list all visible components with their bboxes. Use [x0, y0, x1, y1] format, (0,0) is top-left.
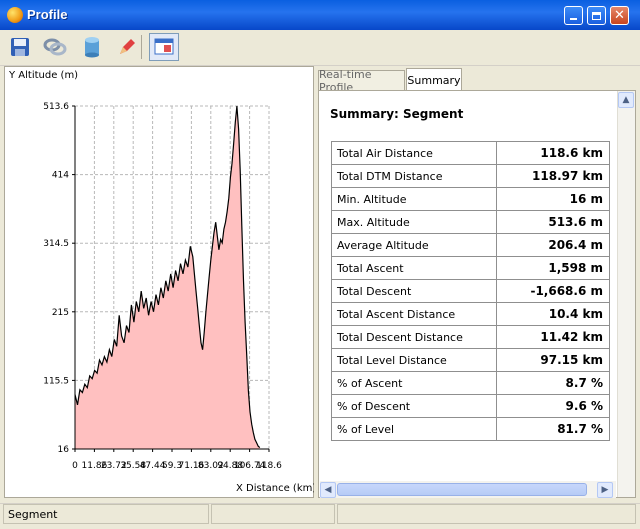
y-tick-label: 215: [52, 308, 69, 318]
row-label: Total Ascent Distance: [331, 302, 497, 326]
edit-button[interactable]: [112, 33, 142, 61]
y-tick-label: 513.6: [43, 102, 69, 112]
row-value: 81.7 %: [496, 417, 610, 441]
row-value: 97.15 km: [496, 348, 610, 372]
pencil-icon: [120, 39, 135, 54]
row-value: 118.97 km: [496, 164, 610, 188]
table-row: Total Descent Distance 11.42 km: [331, 325, 610, 349]
x-tick-label: 0: [72, 461, 78, 471]
status-cell: [211, 504, 335, 524]
scroll-left-button[interactable]: ◀: [320, 482, 336, 498]
table-row: Total Ascent Distance 10.4 km: [331, 302, 610, 326]
minimize-icon: [570, 18, 577, 20]
row-label: Total Ascent: [331, 256, 497, 280]
row-label: Max. Altitude: [331, 210, 497, 234]
minimize-button[interactable]: [564, 6, 583, 25]
profile-window: Profile ✕ Y Altitude (m) 513.6 414 314.5…: [0, 0, 640, 529]
window-title: Profile: [27, 7, 68, 22]
row-value: 11.42 km: [496, 325, 610, 349]
tab-real-time-profile[interactable]: Real-time Profile: [318, 68, 405, 94]
scroll-up-button[interactable]: ▲: [618, 92, 634, 108]
toolbar-separator: [141, 35, 142, 59]
scroll-right-button[interactable]: ▶: [597, 482, 613, 498]
x-tick-label: 118.6: [256, 461, 282, 471]
connect-button[interactable]: [40, 33, 70, 61]
table-row: Total Level Distance 97.15 km: [331, 348, 610, 372]
row-label: % of Level: [331, 417, 497, 441]
database-button[interactable]: [77, 33, 107, 61]
row-value: 8.7 %: [496, 371, 610, 395]
links-icon: [43, 38, 67, 56]
row-value: 513.6 m: [496, 210, 610, 234]
table-row: Max. Altitude 513.6 m: [331, 210, 610, 234]
title-bar[interactable]: Profile ✕: [0, 0, 640, 30]
y-tick-label: 16: [58, 445, 70, 455]
view-button[interactable]: [149, 33, 179, 61]
vertical-scrollbar[interactable]: [617, 91, 635, 497]
row-value: -1,668.6 m: [496, 279, 610, 303]
row-value: 118.6 km: [496, 141, 610, 165]
row-value: 206.4 m: [496, 233, 610, 257]
altitude-profile-chart: 513.6414314.5215115.5160 11.8623.7235.584…: [43, 102, 282, 471]
row-label: % of Ascent: [331, 371, 497, 395]
table-row: Average Altitude 206.4 m: [331, 233, 610, 257]
table-row: Min. Altitude 16 m: [331, 187, 610, 211]
row-label: Total Air Distance: [331, 141, 497, 165]
table-row: % of Level 81.7 %: [331, 417, 610, 441]
maximize-button[interactable]: [587, 6, 606, 25]
status-text: Segment: [3, 504, 209, 524]
row-label: Total Descent: [331, 279, 497, 303]
chevron-left-icon: ◀: [324, 485, 332, 495]
app-icon: [7, 7, 23, 23]
summary-table: Total Air Distance 118.6 km Total DTM Dis…: [331, 141, 610, 441]
save-button[interactable]: [5, 33, 35, 61]
scrollbar-thumb[interactable]: [337, 483, 587, 496]
summary-title: Summary: Segment: [330, 107, 464, 121]
panel-splitter[interactable]: [314, 66, 317, 498]
table-row: Total DTM Distance 118.97 km: [331, 164, 610, 188]
database-icon: [85, 37, 99, 58]
row-label: % of Descent: [331, 394, 497, 418]
row-label: Total Level Distance: [331, 348, 497, 372]
x-axis-label: X Distance (km): [236, 483, 317, 494]
window-icon: [154, 38, 174, 55]
toolbar: [0, 30, 640, 66]
close-button[interactable]: ✕: [610, 6, 629, 25]
close-icon: ✕: [614, 8, 625, 23]
row-label: Total Descent Distance: [331, 325, 497, 349]
table-row: % of Ascent 8.7 %: [331, 371, 610, 395]
tab-summary[interactable]: Summary: [406, 68, 462, 91]
maximize-icon: [592, 11, 601, 20]
tab-label: Summary: [407, 73, 461, 87]
y-tick-label: 115.5: [43, 376, 69, 386]
status-cell: [337, 504, 636, 524]
y-tick-label: 414: [52, 171, 69, 181]
table-row: Total Descent -1,668.6 m: [331, 279, 610, 303]
row-value: 10.4 km: [496, 302, 610, 326]
table-row: Total Air Distance 118.6 km: [331, 141, 610, 165]
row-value: 16 m: [496, 187, 610, 211]
row-label: Total DTM Distance: [331, 164, 497, 188]
row-label: Average Altitude: [331, 233, 497, 257]
y-tick-label: 314.5: [43, 239, 69, 249]
row-value: 1,598 m: [496, 256, 610, 280]
row-label: Min. Altitude: [331, 187, 497, 211]
save-icon: [11, 38, 29, 56]
chevron-right-icon: ▶: [601, 485, 609, 495]
table-row: Total Ascent 1,598 m: [331, 256, 610, 280]
chevron-up-icon: ▲: [622, 95, 630, 105]
row-value: 9.6 %: [496, 394, 610, 418]
table-row: % of Descent 9.6 %: [331, 394, 610, 418]
